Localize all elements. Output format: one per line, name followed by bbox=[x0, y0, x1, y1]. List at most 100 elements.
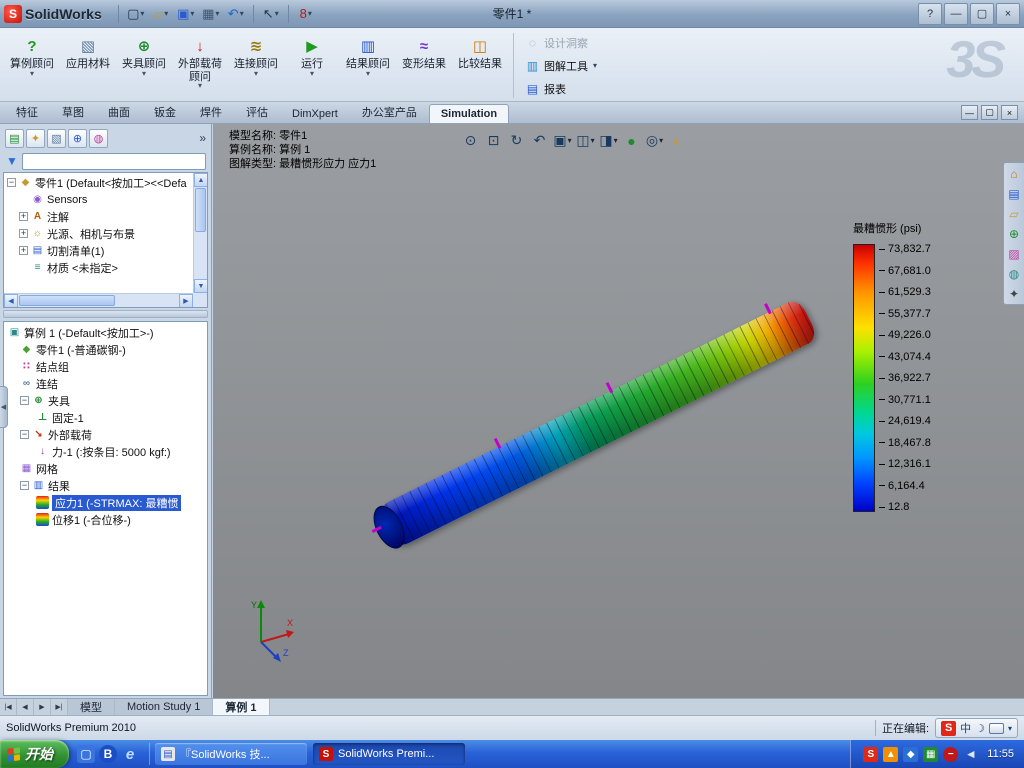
tree-item-external-loads[interactable]: 外部载荷 bbox=[6, 426, 205, 443]
scrollbar-thumb[interactable] bbox=[195, 188, 206, 232]
panel-splitter[interactable] bbox=[3, 310, 208, 318]
rotate-view-button[interactable] bbox=[507, 131, 526, 150]
tray-messenger-icon[interactable]: ◆ bbox=[903, 746, 919, 762]
search-button[interactable] bbox=[1006, 225, 1023, 242]
open-document-button[interactable]: ▱ ▾ bbox=[150, 3, 172, 25]
fixtures-advisor-button[interactable]: 夹具顾问 bbox=[116, 30, 172, 101]
panel-collapse-handle[interactable]: ◀ bbox=[0, 386, 8, 428]
results-advisor-button[interactable]: 结果顾问 bbox=[340, 30, 396, 101]
new-document-button[interactable]: ▢ ▾ bbox=[125, 3, 147, 25]
tree-item-sensors[interactable]: Sensors bbox=[5, 191, 192, 208]
save-button[interactable]: ▣ ▾ bbox=[175, 3, 197, 25]
shaft-model[interactable] bbox=[367, 297, 820, 554]
langbar-options-caret-icon[interactable]: ▾ bbox=[1008, 724, 1012, 733]
tab-surfaces[interactable]: 曲面 bbox=[96, 100, 142, 123]
zoom-fit-button[interactable] bbox=[461, 131, 480, 150]
plot-tools-button[interactable]: 图解工具 ▾ bbox=[521, 56, 601, 76]
tab-dimxpert[interactable]: DimXpert bbox=[280, 104, 350, 123]
panel-expand-chevron-icon[interactable]: » bbox=[199, 131, 206, 145]
apply-material-button[interactable]: 应用材料 bbox=[60, 30, 116, 101]
expand-icon[interactable] bbox=[20, 396, 29, 405]
bluetooth-icon[interactable]: B bbox=[99, 745, 117, 763]
tab-evaluate[interactable]: 评估 bbox=[234, 100, 280, 123]
internet-explorer-icon[interactable]: e bbox=[121, 745, 139, 763]
expand-icon[interactable] bbox=[19, 229, 28, 238]
expand-icon[interactable] bbox=[20, 430, 29, 439]
deformed-result-button[interactable]: 变形结果 bbox=[396, 30, 452, 101]
connections-advisor-button[interactable]: 连接顾问 bbox=[228, 30, 284, 101]
tree-item-displacement-plot[interactable]: 位移1 (-合位移-) bbox=[6, 511, 205, 528]
design-library-button[interactable] bbox=[1006, 185, 1023, 202]
tree-item-lights-cameras[interactable]: 光源、相机与布景 bbox=[5, 225, 192, 242]
section-view-button[interactable] bbox=[599, 131, 618, 150]
tree-item-material[interactable]: 材质 <未指定> bbox=[5, 259, 192, 276]
help-button[interactable]: ? bbox=[918, 2, 942, 25]
tree-item-fixed-1[interactable]: 固定-1 bbox=[6, 409, 205, 426]
file-explorer-button[interactable] bbox=[1006, 205, 1023, 222]
scrollbar-thumb[interactable] bbox=[19, 295, 115, 306]
graphics-viewport[interactable]: 模型名称: 零件1 算例名称: 算例 1 图解类型: 最糟惯形应力 应力1 最糟… bbox=[213, 124, 1024, 698]
doc-minimize-button[interactable]: — bbox=[961, 105, 978, 120]
zoom-to-area-button[interactable] bbox=[484, 131, 503, 150]
featuremanager-tab[interactable]: ▤ bbox=[5, 128, 24, 148]
taskbar-window-solidworks-app[interactable]: S SolidWorks Premi... bbox=[313, 743, 465, 765]
select-tool-button[interactable]: ↖ ▾ bbox=[260, 3, 282, 25]
view-orientation-button[interactable] bbox=[553, 131, 572, 150]
study-advisor-button[interactable]: 算例顾问 bbox=[4, 30, 60, 101]
ime-mode-icon[interactable]: ☽ bbox=[975, 722, 985, 735]
tab-weldments[interactable]: 焊件 bbox=[188, 100, 234, 123]
expand-icon[interactable] bbox=[7, 178, 16, 187]
tree-item-mesh[interactable]: 网格 bbox=[6, 460, 205, 477]
next-tab-button[interactable] bbox=[34, 699, 51, 715]
horizontal-scrollbar[interactable]: ◀ ▶ bbox=[4, 293, 193, 307]
vertical-scrollbar[interactable]: ▲ ▼ bbox=[193, 173, 207, 293]
displaymanager-tab[interactable]: ◍ bbox=[89, 128, 108, 148]
propertymanager-tab[interactable]: ✦ bbox=[26, 128, 45, 148]
tree-item-cutlist[interactable]: 切割清单(1) bbox=[5, 242, 192, 259]
previous-view-button[interactable] bbox=[530, 131, 549, 150]
previous-tab-button[interactable] bbox=[17, 699, 34, 715]
tree-item-force-1[interactable]: 力-1 (:按条目: 5000 kgf:) bbox=[6, 443, 205, 460]
tray-shield-icon[interactable]: ▲ bbox=[883, 746, 899, 762]
scroll-up-button[interactable]: ▲ bbox=[194, 173, 207, 187]
close-button[interactable]: × bbox=[996, 2, 1020, 25]
ime-icon[interactable]: S bbox=[941, 720, 957, 736]
tab-features[interactable]: 特征 bbox=[4, 100, 50, 123]
keyboard-icon[interactable] bbox=[988, 722, 1004, 734]
hide-show-items-button[interactable] bbox=[645, 131, 664, 150]
display-style-button[interactable] bbox=[576, 131, 595, 150]
report-button[interactable]: 报表 bbox=[521, 79, 601, 99]
tree-item-stress-plot[interactable]: 应力1 (-STRMAX: 最糟惯 bbox=[6, 494, 205, 511]
appearances-button[interactable] bbox=[622, 131, 641, 150]
expand-icon[interactable] bbox=[19, 246, 28, 255]
tab-simulation[interactable]: Simulation bbox=[428, 104, 510, 123]
print-button[interactable]: ▦ ▾ bbox=[200, 3, 222, 25]
tab-study-1[interactable]: 算例 1 bbox=[213, 699, 270, 715]
tree-item-study-part[interactable]: 零件1 (-普通碳钢-) bbox=[6, 341, 205, 358]
language-indicator[interactable]: 中 bbox=[960, 720, 971, 736]
dimxpertmanager-tab[interactable]: ⊕ bbox=[68, 128, 87, 148]
tab-office-products[interactable]: 办公室产品 bbox=[350, 100, 429, 123]
last-tab-button[interactable] bbox=[51, 699, 68, 715]
tray-volume-icon[interactable]: ◄ bbox=[963, 747, 978, 762]
expand-icon[interactable] bbox=[19, 212, 28, 221]
tree-item-joint-group[interactable]: 结点组 bbox=[6, 358, 205, 375]
compare-results-button[interactable]: 比较结果 bbox=[452, 30, 508, 101]
first-tab-button[interactable] bbox=[0, 699, 17, 715]
tree-item-fixtures[interactable]: 夹具 bbox=[6, 392, 205, 409]
tab-model[interactable]: 模型 bbox=[68, 699, 115, 715]
external-loads-advisor-button[interactable]: 外部载荷顾问 bbox=[172, 30, 228, 101]
minimize-button[interactable]: — bbox=[944, 2, 968, 25]
configurationmanager-tab[interactable]: ▧ bbox=[47, 128, 66, 148]
expand-icon[interactable] bbox=[20, 481, 29, 490]
taskbar-clock[interactable]: 11:55 bbox=[987, 748, 1014, 760]
tree-item-connections[interactable]: 连结 bbox=[6, 375, 205, 392]
show-desktop-icon[interactable]: ▢ bbox=[77, 745, 95, 763]
doc-close-button[interactable]: × bbox=[1001, 105, 1018, 120]
undo-button[interactable]: ↶ ▾ bbox=[225, 3, 247, 25]
tray-ime-icon[interactable]: S bbox=[863, 746, 879, 762]
tree-item-part-root[interactable]: 零件1 (Default<按加工><<Defa bbox=[5, 174, 192, 191]
tray-network-icon[interactable]: ▦ bbox=[923, 746, 939, 762]
scroll-right-button[interactable]: ▶ bbox=[179, 294, 193, 307]
tab-motion-study-1[interactable]: Motion Study 1 bbox=[115, 699, 214, 715]
